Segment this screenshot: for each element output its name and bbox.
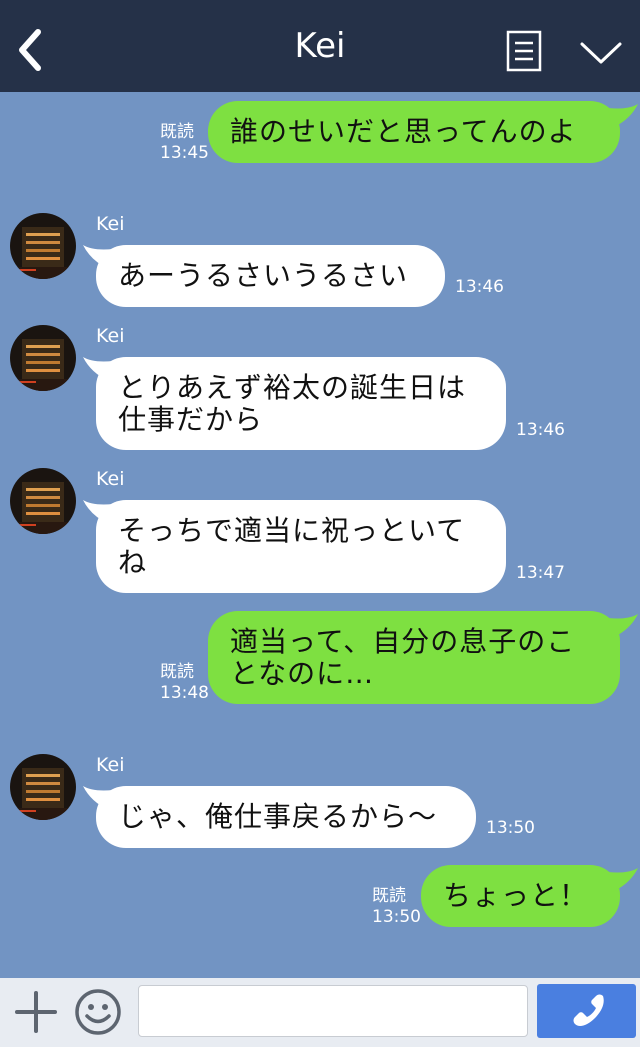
message-text: 適当って、自分の息子のこ となのに…	[230, 624, 576, 690]
avatar[interactable]	[10, 468, 76, 534]
sender-name: Kei	[96, 213, 125, 235]
back-button[interactable]	[14, 28, 48, 72]
message-meta: 既読 13:50	[372, 886, 421, 928]
add-attachment-button[interactable]	[14, 990, 58, 1034]
message-time: 13:50	[372, 907, 421, 927]
message-bubble-incoming[interactable]: あーうるさいうるさい	[96, 245, 445, 307]
message-time: 13:47	[516, 563, 565, 583]
avatar[interactable]	[10, 754, 76, 820]
more-options-button[interactable]	[579, 40, 623, 68]
message-time: 13:46	[455, 277, 504, 297]
avatar[interactable]	[10, 213, 76, 279]
bubble-tail	[608, 868, 638, 892]
sender-name: Kei	[96, 468, 125, 490]
avatar-building-night-photo	[10, 325, 76, 391]
avatar-building-night-photo	[10, 213, 76, 279]
document-menu-icon	[506, 30, 542, 72]
read-status: 既読	[160, 662, 194, 682]
chat-header: Kei	[0, 0, 640, 92]
avatar-building-night-photo	[10, 468, 76, 534]
phone-icon	[573, 994, 604, 1026]
sender-name: Kei	[96, 754, 125, 776]
chevron-down-icon	[580, 42, 622, 64]
message-text: ちょっと！	[443, 879, 589, 912]
message-meta: 既読 13:45	[160, 122, 209, 164]
message-bubble-outgoing[interactable]: ちょっと！	[421, 865, 620, 927]
message-time: 13:45	[160, 143, 209, 163]
chat-title: Kei	[294, 26, 346, 66]
bubble-tail	[608, 104, 638, 128]
smiley-icon	[75, 989, 121, 1035]
message-text: そっちで適当に祝っといて ね	[118, 513, 466, 579]
message-input[interactable]	[138, 985, 528, 1037]
message-text: とりあえず裕太の誕生日は 仕事だから	[118, 370, 467, 436]
read-status: 既読	[372, 886, 406, 906]
bubble-tail	[608, 614, 638, 638]
plus-icon	[15, 991, 57, 1033]
chevron-left-icon	[19, 29, 41, 71]
message-time: 13:48	[160, 683, 209, 703]
message-bubble-incoming[interactable]: そっちで適当に祝っといて ね	[96, 500, 506, 593]
message-time: 13:50	[486, 818, 535, 838]
message-meta: 既読 13:48	[160, 662, 209, 704]
call-button[interactable]	[537, 984, 636, 1038]
menu-button[interactable]	[506, 30, 542, 72]
message-bubble-incoming[interactable]: とりあえず裕太の誕生日は 仕事だから	[96, 357, 506, 450]
message-text: じゃ、俺仕事戻るから〜	[118, 800, 438, 833]
sender-name: Kei	[96, 325, 125, 347]
emoji-button[interactable]	[74, 988, 122, 1036]
read-status: 既読	[160, 122, 194, 142]
chat-area[interactable]: 既読 13:45 誰のせいだと思ってんのよ Kei あーうるさいうるさい 13:…	[0, 92, 640, 978]
message-bubble-incoming[interactable]: じゃ、俺仕事戻るから〜	[96, 786, 476, 848]
avatar[interactable]	[10, 325, 76, 391]
message-time: 13:46	[516, 420, 565, 440]
message-bubble-outgoing[interactable]: 適当って、自分の息子のこ となのに…	[208, 611, 620, 704]
message-text: あーうるさいうるさい	[118, 259, 409, 292]
message-text: 誰のせいだと思ってんのよ	[230, 115, 577, 148]
avatar-building-night-photo	[10, 754, 76, 820]
message-bubble-outgoing[interactable]: 誰のせいだと思ってんのよ	[208, 101, 620, 163]
